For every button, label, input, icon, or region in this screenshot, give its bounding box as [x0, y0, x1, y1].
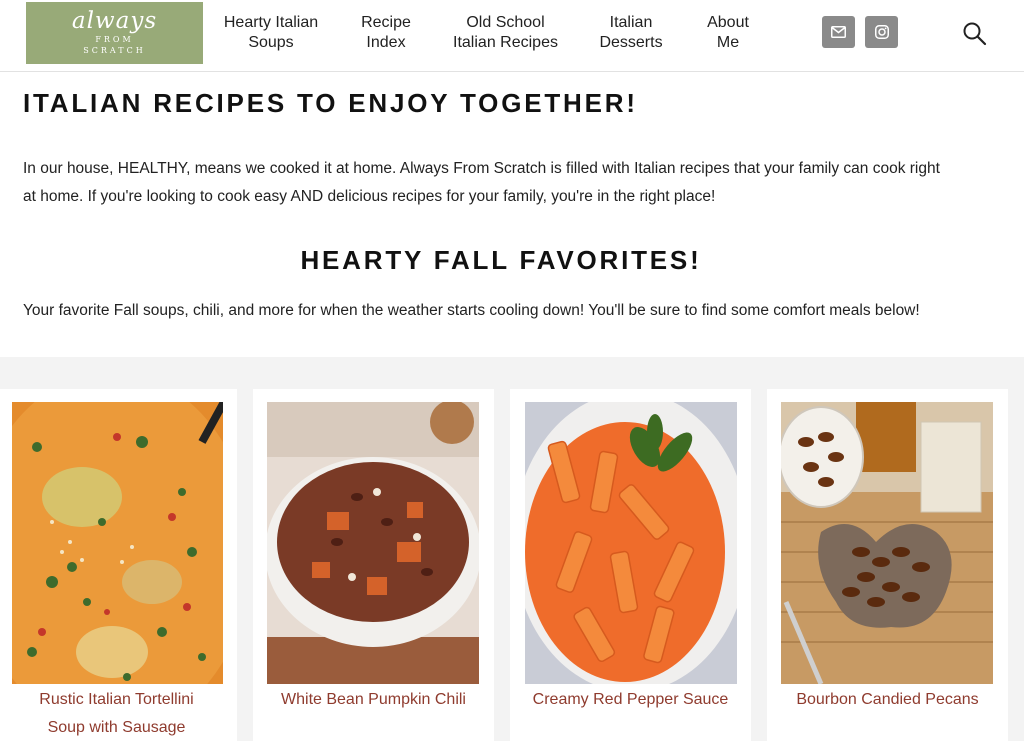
recipe-card[interactable]: Creamy Red Pepper Sauce	[510, 389, 751, 741]
recipe-link-tortellini-soup[interactable]: Rustic Italian Tortellini Soup with Saus…	[0, 686, 233, 741]
intro-paragraph: In our house, HEALTHY, means we cooked i…	[23, 160, 940, 205]
recipe-image-tortellini-soup[interactable]	[12, 402, 223, 684]
site-header: always FROM SCRATCH Hearty Italian Soups…	[0, 0, 1024, 72]
logo-line1: FROM	[95, 35, 134, 44]
instagram-button[interactable]	[865, 16, 898, 48]
nav-italian-desserts[interactable]: Italian Desserts	[596, 13, 666, 53]
instagram-icon	[874, 25, 889, 39]
search-button[interactable]	[962, 21, 988, 47]
recipe-card[interactable]: Bourbon Candied Pecans	[767, 389, 1008, 741]
recipe-link-candied-pecans[interactable]: Bourbon Candied Pecans	[767, 686, 1008, 714]
recipe-image-red-pepper-sauce[interactable]	[525, 402, 737, 684]
site-logo[interactable]: always FROM SCRATCH	[26, 2, 203, 64]
logo-script-text: always	[71, 8, 158, 34]
email-button[interactable]	[822, 16, 855, 48]
nav-about-me[interactable]: About Me	[702, 13, 754, 53]
page-heading: ITALIAN RECIPES TO ENJOY TOGETHER!	[23, 88, 638, 118]
recipe-link-pumpkin-chili[interactable]: White Bean Pumpkin Chili	[253, 686, 494, 714]
logo-line2: SCRATCH	[83, 46, 146, 55]
nav-recipe-index[interactable]: Recipe Index	[355, 13, 417, 53]
search-icon	[963, 22, 987, 46]
recipe-link-red-pepper-sauce[interactable]: Creamy Red Pepper Sauce	[510, 686, 751, 714]
nav-old-school-italian-recipes[interactable]: Old School Italian Recipes	[448, 13, 563, 53]
recipe-card[interactable]: Rustic Italian Tortellini Soup with Saus…	[0, 389, 237, 741]
section-subtitle: Your favorite Fall soups, chili, and mor…	[23, 302, 920, 319]
recipe-card[interactable]: White Bean Pumpkin Chili	[253, 389, 494, 741]
email-icon	[831, 26, 846, 38]
section-heading-fall-favorites: HEARTY FALL FAVORITES!	[300, 245, 702, 275]
nav-hearty-italian-soups[interactable]: Hearty Italian Soups	[222, 13, 320, 53]
recipe-image-pumpkin-chili[interactable]	[267, 402, 479, 684]
recipe-image-candied-pecans[interactable]	[781, 402, 993, 684]
